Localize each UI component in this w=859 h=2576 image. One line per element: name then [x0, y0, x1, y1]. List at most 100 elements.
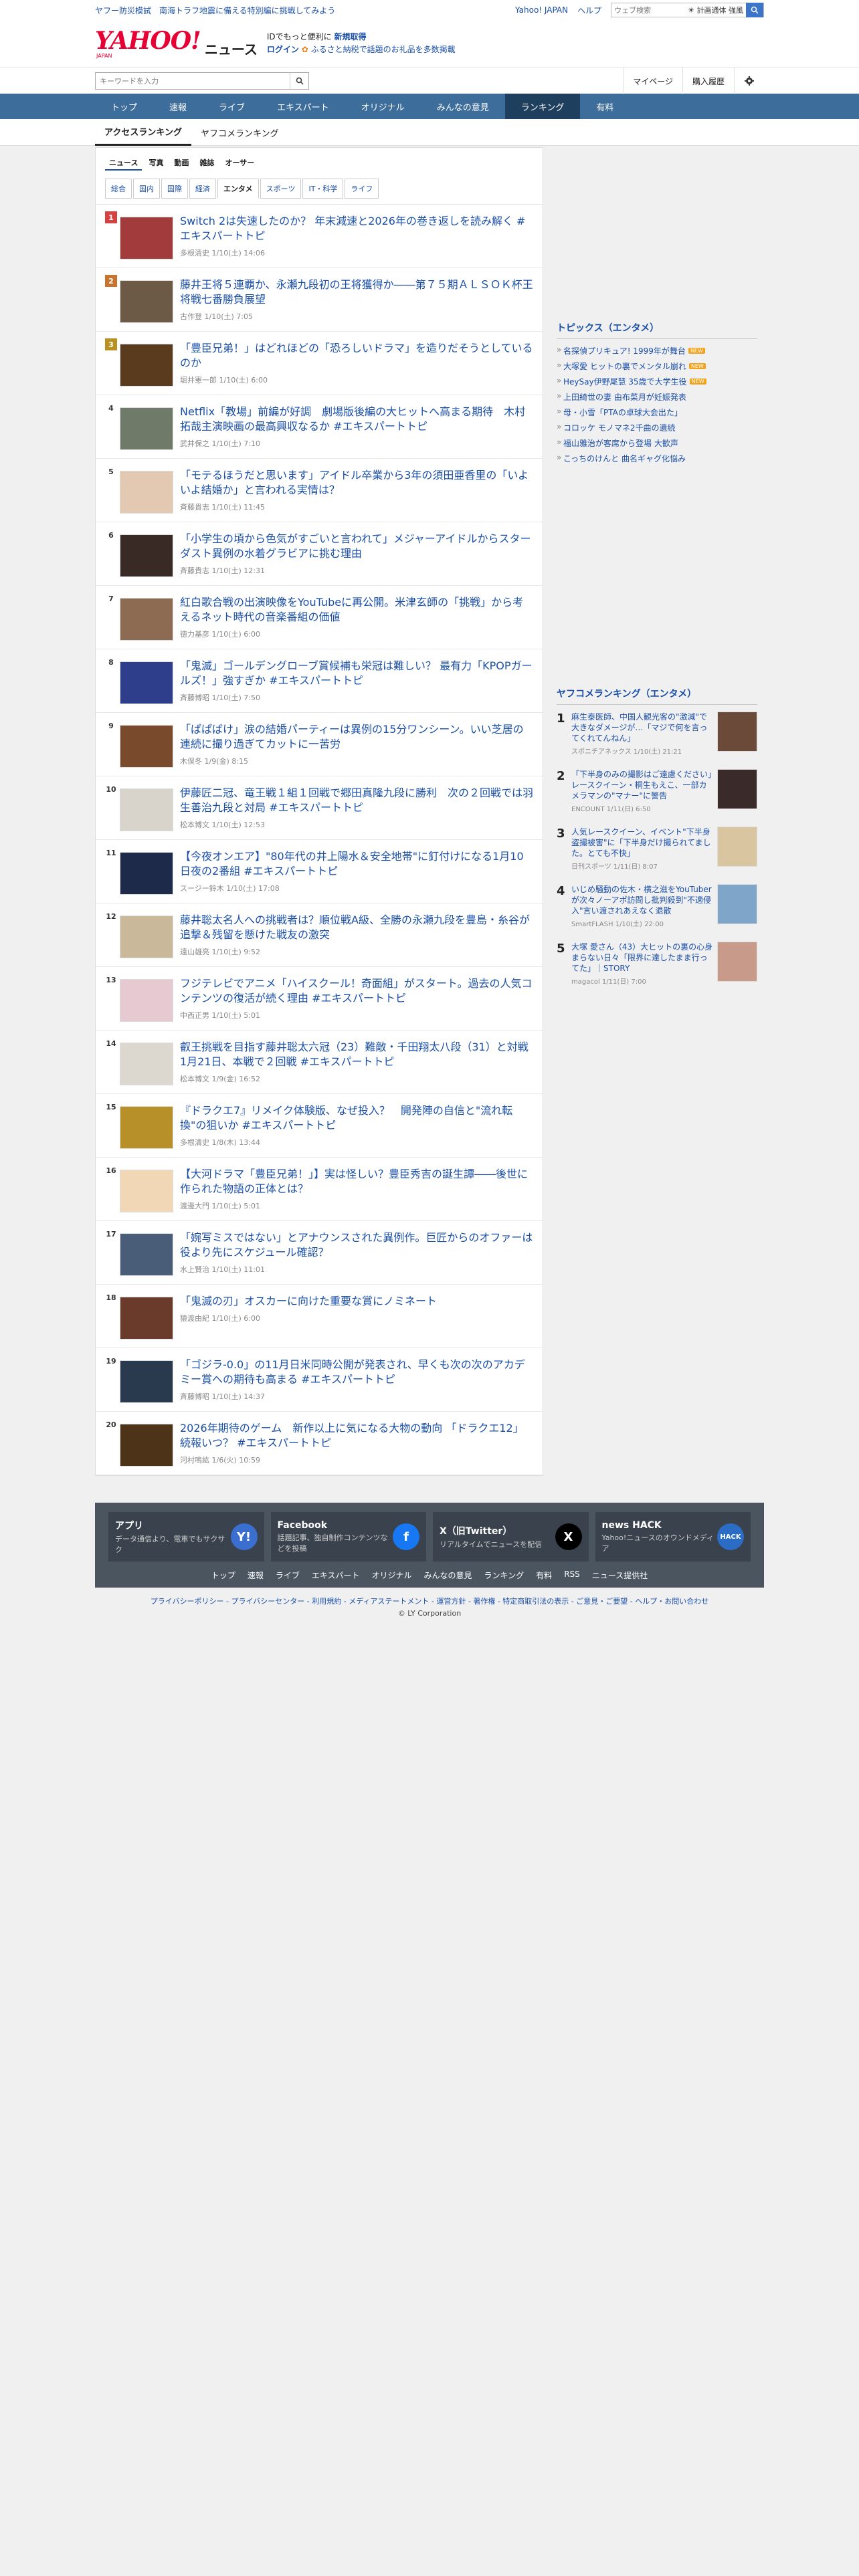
- article-title[interactable]: 「ゴジラ-0.0」の11月日米同時公開が発表され、早くも次の次のアカデミー賞への…: [180, 1358, 533, 1387]
- footer-nav-link[interactable]: 速報: [248, 1570, 264, 1581]
- topic-item[interactable]: 大塚愛 ヒットの裏でメンタル崩れNEW: [557, 358, 757, 374]
- ranking-item[interactable]: 9 「ぱぱばけ」涙の結婚パーティーは異例の15分ワンシーン。いい芝居の連続に撮り過…: [96, 713, 543, 776]
- comment-ranking-thumbnail[interactable]: [717, 769, 757, 809]
- article-title[interactable]: 【大河ドラマ「豊臣兄弟！」】実は怪しい？豊臣秀吉の誕生譚――後世に作られた物語の…: [180, 1167, 533, 1196]
- article-title[interactable]: 「モテるほうだと思います」アイドル卒業から3年の須田亜香里の「いよいよ結婚か」と…: [180, 468, 533, 498]
- comment-ranking-title[interactable]: 「下半身のみの撮影はご遠慮ください」レースクイーン・桐生もえこ、一部カメラマンの…: [571, 769, 713, 801]
- topic-item[interactable]: 上田綺世の妻 由布菜月が妊娠発表: [557, 389, 757, 405]
- yahoo-japan-link[interactable]: Yahoo! JAPAN: [515, 5, 568, 15]
- article-title[interactable]: 2026年期待のゲーム 新作以上に気になる大物の動向 「ドラクエ12」続報いつ？…: [180, 1421, 533, 1451]
- article-thumbnail[interactable]: [120, 979, 173, 1022]
- category-tab[interactable]: 国内: [133, 179, 160, 199]
- article-title[interactable]: Netflix「教場」前編が好調 劇場版後編の大ヒットへ高まる期待 木村拓哉主演…: [180, 405, 533, 434]
- nav-tab[interactable]: みんなの意見: [421, 94, 505, 119]
- comment-ranking-thumbnail[interactable]: [717, 884, 757, 924]
- category-tab[interactable]: IT・科学: [302, 179, 344, 199]
- footer-nav-link[interactable]: ニュース提供社: [592, 1570, 648, 1581]
- article-thumbnail[interactable]: [120, 1297, 173, 1339]
- article-thumbnail[interactable]: [120, 534, 173, 577]
- article-title[interactable]: 「小学生の頃から色気がすごいと言われて」メジャーアイドルからスターダスト異例の水…: [180, 532, 533, 561]
- app-card[interactable]: news HACK Yahoo!ニュースのオウンドメディア HACK: [595, 1512, 751, 1562]
- article-title[interactable]: 叡王挑戦を目指す藤井聡太六冠（23）難敵・千田翔太八段（31）と対戦 1月21日…: [180, 1040, 539, 1069]
- article-title[interactable]: 「豊臣兄弟！」はどれほどの「恐ろしいドラマ」を造りだそうとしているのか: [180, 341, 533, 370]
- article-title[interactable]: フジテレビでアニメ「ハイスクール！奇面組」がスタート。過去の人気コンテンツの復活…: [180, 976, 533, 1006]
- furusato-link[interactable]: ふるさと納税で話題のお礼品を多数掲載: [311, 45, 456, 54]
- article-title[interactable]: 藤井王将５連覇か、永瀬九段初の王将獲得か――第７５期ＡＬＳＯＫ杯王将戦七番勝負展…: [180, 278, 533, 307]
- article-thumbnail[interactable]: [120, 1233, 173, 1276]
- yahoo-news-logo[interactable]: YAHOO! JAPAN ニュース: [95, 29, 258, 59]
- comment-ranking-title[interactable]: 人気レースクイーン、イベント"下半身盗撮被害"に「下半身だけ撮られてました。とて…: [571, 827, 713, 859]
- article-thumbnail[interactable]: [120, 1043, 173, 1085]
- nav-tab[interactable]: 速報: [153, 94, 203, 119]
- footer-nav-link[interactable]: みんなの意見: [424, 1570, 472, 1581]
- settings-button[interactable]: [734, 68, 764, 94]
- comment-ranking-item[interactable]: 3 人気レースクイーン、イベント"下半身盗撮被害"に「下半身だけ撮られてました。と…: [557, 820, 757, 877]
- web-search-input[interactable]: [611, 3, 686, 17]
- article-title[interactable]: 伊藤匠二冠、竜王戦１組１回戦で郷田真隆九段に勝利 次の２回戦では羽生善治九段と対…: [180, 786, 533, 815]
- ranking-item[interactable]: 18 「鬼滅の刃」オスカーに向けた重要な賞にノミネート 猿渡由紀 1/10(土) 6…: [96, 1285, 543, 1348]
- help-link[interactable]: ヘルプ: [577, 5, 601, 16]
- article-title[interactable]: 「ぱぱばけ」涙の結婚パーティーは異例の15分ワンシーン。いい芝居の連続に撮り過ぎ…: [180, 722, 533, 752]
- comment-ranking-title[interactable]: 大塚 愛さん（43）大ヒットの裏の心身まらない日々「限界に達したまま行ってた」｜…: [571, 942, 713, 974]
- nav-tab[interactable]: ライブ: [203, 94, 261, 119]
- article-thumbnail[interactable]: [120, 661, 173, 704]
- media-type-tab[interactable]: 雑誌: [195, 156, 218, 171]
- article-thumbnail[interactable]: [120, 407, 173, 450]
- ranking-item[interactable]: 11 【今夜オンエア】"80年代の井上陽水＆安全地帯"に釘付けになる1月10日夜の…: [96, 840, 543, 903]
- topic-item[interactable]: こっちのけんと 曲名ギャグ化悩み: [557, 451, 757, 466]
- comment-ranking-item[interactable]: 4 いじめ騒動の佐木・横之滋をYouTuberが次々ノーアポ訪問し批判殺到"不適侵…: [557, 877, 757, 935]
- article-thumbnail[interactable]: [120, 344, 173, 387]
- comment-ranking-title[interactable]: いじめ騒動の佐木・横之滋をYouTuberが次々ノーアポ訪問し批判殺到"不適侵入…: [571, 884, 713, 916]
- article-thumbnail[interactable]: [120, 1106, 173, 1149]
- comment-ranking-item[interactable]: 5 大塚 愛さん（43）大ヒットの裏の心身まらない日々「限界に達したまま行ってた」…: [557, 935, 757, 992]
- media-type-tab[interactable]: オーサー: [221, 156, 258, 171]
- ranking-item[interactable]: 17 「婉写ミスではない」とアナウンスされた異例作。巨匠からのオファーは役より先に…: [96, 1221, 543, 1285]
- article-thumbnail[interactable]: [120, 852, 173, 895]
- ranking-item[interactable]: 19 「ゴジラ-0.0」の11月日米同時公開が発表され、早くも次の次のアカデミー賞…: [96, 1348, 543, 1412]
- category-tab[interactable]: ライフ: [345, 179, 379, 199]
- article-title[interactable]: Switch 2は失速したのか？ 年末減速と2026年の巻き返しを読み解く #エ…: [180, 214, 533, 243]
- article-title[interactable]: 紅白歌合戦の出演映像をYouTubeに再公開。米津玄師の「挑戦」から考えるネット…: [180, 595, 533, 625]
- category-tab[interactable]: 経済: [189, 179, 216, 199]
- article-thumbnail[interactable]: [120, 598, 173, 641]
- article-thumbnail[interactable]: [120, 1170, 173, 1212]
- category-tab[interactable]: 総合: [105, 179, 132, 199]
- comment-ranking-item[interactable]: 1 麻生泰医師、中国人観光客の"激減"で大きなダメージが…「マジで何を言ってくれて…: [557, 705, 757, 762]
- article-thumbnail[interactable]: [120, 788, 173, 831]
- ranking-item[interactable]: 15 『ドラクエ7』リメイク体験版、なぜ投入？ 開発陣の自信と"流れ転換"の狙いか…: [96, 1094, 543, 1158]
- ranking-item[interactable]: 5 「モテるほうだと思います」アイドル卒業から3年の須田亜香里の「いよいよ結婚か」…: [96, 459, 543, 522]
- category-tab[interactable]: エンタメ: [217, 179, 259, 199]
- footer-nav-link[interactable]: トップ: [211, 1570, 235, 1581]
- comment-ranking-thumbnail[interactable]: [717, 942, 757, 982]
- ranking-item[interactable]: 13 フジテレビでアニメ「ハイスクール！奇面組」がスタート。過去の人気コンテンツの…: [96, 967, 543, 1031]
- article-title[interactable]: 藤井聡太名人への挑戦者は？順位戦A級、全勝の永瀬九段を豊島・糸谷が追撃＆残留を懸…: [180, 913, 533, 942]
- ranking-item[interactable]: 3 「豊臣兄弟！」はどれほどの「恐ろしいドラマ」を造りだそうとしているのか 堀井憲一…: [96, 332, 543, 395]
- article-title[interactable]: 『ドラクエ7』リメイク体験版、なぜ投入？ 開発陣の自信と"流れ転換"の狙いか #…: [180, 1103, 533, 1133]
- register-link[interactable]: 新規取得: [334, 32, 366, 41]
- media-type-tab[interactable]: 写真: [145, 156, 167, 171]
- app-card[interactable]: X（旧Twitter） リアルタイムでニュースを配信 X: [433, 1512, 589, 1562]
- app-card[interactable]: Facebook 話題記事、独自制作コンテンツなどを投稿 f: [270, 1512, 426, 1562]
- comment-ranking-item[interactable]: 2 「下半身のみの撮影はご遠慮ください」レースクイーン・桐生もえこ、一部カメラマン…: [557, 762, 757, 820]
- ranking-type-tab[interactable]: ヤフコメランキング: [191, 119, 288, 146]
- article-title[interactable]: 「鬼滅」ゴールデングローブ賞候補も栄冠は難しい？ 最有力「KPOPガールズ！」強…: [180, 659, 533, 688]
- article-thumbnail[interactable]: [120, 1424, 173, 1467]
- nav-tab[interactable]: ランキング: [504, 94, 581, 119]
- footer-nav-link[interactable]: RSS: [564, 1570, 580, 1581]
- topic-item[interactable]: コロッケ モノマネ2千曲の遺続: [557, 420, 757, 435]
- news-search-button[interactable]: [290, 73, 308, 89]
- topic-item[interactable]: 母・小雪「PTAの卓球大会出た」: [557, 405, 757, 420]
- comment-ranking-title[interactable]: 麻生泰医師、中国人観光客の"激減"で大きなダメージが…「マジで何を言ってくれてん…: [571, 712, 713, 744]
- ranking-type-tab[interactable]: アクセスランキング: [95, 119, 191, 146]
- nav-tab[interactable]: オリジナル: [345, 94, 421, 119]
- footer-nav-link[interactable]: ランキング: [484, 1570, 524, 1581]
- article-thumbnail[interactable]: [120, 280, 173, 323]
- mypage-link[interactable]: マイページ: [623, 68, 682, 94]
- article-title[interactable]: 「婉写ミスではない」とアナウンスされた異例作。巨匠からのオファーは役より先にスケ…: [180, 1230, 533, 1260]
- footer-nav-link[interactable]: オリジナル: [372, 1570, 412, 1581]
- comment-ranking-thumbnail[interactable]: [717, 712, 757, 752]
- article-thumbnail[interactable]: [120, 725, 173, 768]
- nav-tab[interactable]: エキスパート: [261, 94, 345, 119]
- purchase-history-link[interactable]: 購入履歴: [682, 68, 734, 94]
- ranking-item[interactable]: 20 2026年期待のゲーム 新作以上に気になる大物の動向 「ドラクエ12」続報い…: [96, 1412, 543, 1475]
